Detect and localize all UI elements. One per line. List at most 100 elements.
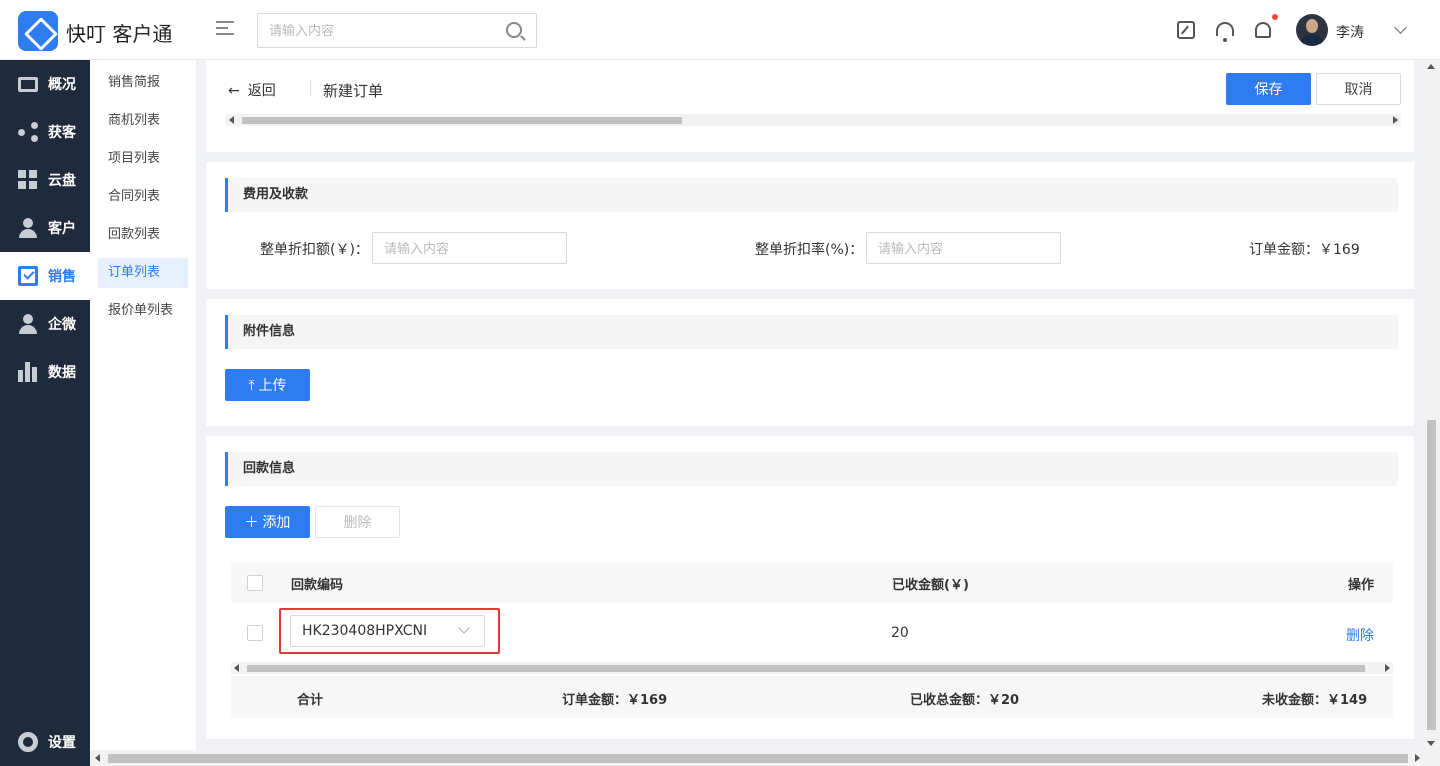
section-title-attachments: 附件信息 [225, 315, 1398, 349]
bar-chart-icon [18, 362, 38, 382]
row-delete-link[interactable]: 删除 [1346, 625, 1374, 645]
column-header-action: 操作 [1348, 578, 1375, 593]
main-content: ← 返回 新建订单 保存 取消 费用及收款 整单折扣额(￥)： 整单折扣率(%)：… [197, 60, 1440, 766]
search-box [257, 13, 537, 48]
subnav-item-payments[interactable]: 回款列表 [98, 220, 188, 250]
order-amount: 订单金额：￥169 [1249, 242, 1360, 258]
contact-icon [18, 314, 38, 334]
scroll-right-icon[interactable] [1415, 754, 1420, 762]
nav-item-settings[interactable]: 设置 [0, 718, 90, 766]
nav-item-label: 企微 [48, 317, 76, 333]
add-label: 添加 [262, 514, 291, 530]
menu-toggle-icon[interactable] [216, 21, 234, 37]
payment-code-select[interactable]: HK230408HPXCNI [290, 615, 485, 647]
monitor-icon [18, 76, 38, 92]
arrow-left-icon: ← [228, 83, 240, 99]
back-label: 返回 [247, 83, 276, 99]
scroll-thumb[interactable] [108, 754, 1408, 763]
section-title-payments: 回款信息 [225, 452, 1398, 486]
upload-icon: ⤒ [248, 377, 255, 393]
delete-payments-button[interactable]: 删除 [315, 506, 400, 538]
fees-card: 费用及收款 整单折扣额(￥)： 整单折扣率(%)： 订单金额：￥169 [206, 162, 1414, 289]
row-checkbox[interactable] [247, 625, 263, 641]
grid-icon [18, 170, 38, 190]
summary-received-total: 已收总金额：￥20 [910, 693, 1020, 708]
app-title: 快叮 客户通 [66, 22, 173, 46]
received-amount: 20 [891, 625, 909, 641]
page-horizontal-scrollbar[interactable] [90, 750, 1440, 766]
chevron-down-icon [458, 622, 470, 634]
bell-icon[interactable] [1255, 22, 1271, 38]
nav-item-label: 销售 [48, 269, 76, 285]
search-input[interactable] [258, 14, 488, 47]
nav-item-data[interactable]: 数据 [0, 348, 90, 396]
clipboard-check-icon [18, 266, 38, 286]
table-header: 回款编码 已收金额(￥) 操作 [231, 563, 1393, 603]
subnav-item-contracts[interactable]: 合同列表 [98, 182, 188, 212]
headset-icon[interactable] [1216, 22, 1234, 42]
scroll-thumb[interactable] [247, 665, 1365, 672]
share-icon [18, 122, 38, 142]
nav-item-wecom[interactable]: 企微 [0, 300, 90, 348]
subnav-item-projects[interactable]: 项目列表 [98, 144, 188, 174]
page-header: ← 返回 新建订单 保存 取消 [206, 60, 1414, 152]
scroll-thumb[interactable] [1427, 420, 1436, 730]
scroll-up-icon[interactable] [1427, 64, 1435, 69]
scroll-left-icon[interactable] [229, 116, 234, 124]
nav-item-overview[interactable]: 概况 [0, 60, 90, 108]
chevron-down-icon[interactable] [1394, 21, 1407, 34]
top-bar: 快叮 客户通 李涛 [0, 0, 1440, 60]
add-payment-button[interactable]: ＋ 添加 [225, 506, 310, 538]
table-summary-row: 合计 订单金额：￥169 已收总金额：￥20 未收金额：￥149 [231, 676, 1393, 718]
nav-item-label: 设置 [48, 735, 76, 751]
section-title-fees: 费用及收款 [225, 178, 1398, 212]
nav-item-label: 云盘 [48, 173, 76, 189]
scroll-right-icon[interactable] [1385, 664, 1390, 672]
nav-item-customer[interactable]: 客户 [0, 204, 90, 252]
subnav-item-quotes[interactable]: 报价单列表 [98, 296, 188, 326]
upload-button[interactable]: ⤒ 上传 [225, 369, 310, 401]
nav-item-sales[interactable]: 销售 [0, 252, 90, 300]
edit-icon[interactable] [1177, 21, 1195, 39]
summary-unreceived: 未收金额：￥149 [1262, 693, 1368, 708]
upload-label: 上传 [258, 377, 287, 393]
back-button[interactable]: ← 返回 [228, 80, 276, 100]
discount-rate-label: 整单折扣率(%)： [755, 242, 864, 258]
avatar[interactable] [1296, 14, 1328, 46]
discount-rate-input[interactable] [866, 232, 1061, 264]
nav-item-acquire[interactable]: 获客 [0, 108, 90, 156]
nav-item-label: 数据 [48, 365, 76, 381]
main-sidebar: 概况 获客 云盘 客户 销售 企微 数据 设置 [0, 60, 90, 766]
subnav-item-sales-brief[interactable]: 销售简报 [98, 68, 188, 98]
plus-icon: ＋ [244, 514, 259, 530]
divider [310, 80, 311, 96]
notification-dot [1272, 14, 1278, 20]
payment-code-value: HK230408HPXCNI [302, 623, 428, 639]
save-button[interactable]: 保存 [1226, 73, 1311, 105]
summary-label: 合计 [297, 693, 324, 708]
discount-amount-input[interactable] [372, 232, 567, 264]
scroll-right-icon[interactable] [1393, 116, 1398, 124]
person-icon [18, 218, 38, 238]
app-logo-icon [18, 11, 58, 51]
search-icon[interactable] [506, 22, 522, 38]
scroll-left-icon[interactable] [95, 754, 100, 762]
page-title: 新建订单 [323, 82, 384, 100]
user-name[interactable]: 李涛 [1336, 22, 1364, 42]
scroll-left-icon[interactable] [234, 664, 239, 672]
nav-item-label: 获客 [48, 125, 76, 141]
attachments-card: 附件信息 ⤒ 上传 [206, 299, 1414, 426]
scroll-down-icon[interactable] [1427, 741, 1435, 746]
subnav-item-orders[interactable]: 订单列表 [98, 258, 188, 288]
subnav-item-opportunities[interactable]: 商机列表 [98, 106, 188, 136]
select-all-checkbox[interactable] [247, 575, 263, 591]
nav-item-cloud[interactable]: 云盘 [0, 156, 90, 204]
page-vertical-scrollbar[interactable] [1423, 60, 1440, 750]
scroll-thumb[interactable] [242, 117, 682, 124]
summary-order-amount: 订单金额：￥169 [562, 693, 668, 708]
nav-item-label: 客户 [48, 221, 76, 237]
cancel-button[interactable]: 取消 [1316, 73, 1401, 105]
form-horizontal-scrollbar[interactable] [226, 114, 1401, 126]
column-header-code: 回款编码 [291, 578, 344, 593]
table-horizontal-scrollbar[interactable] [231, 662, 1393, 674]
